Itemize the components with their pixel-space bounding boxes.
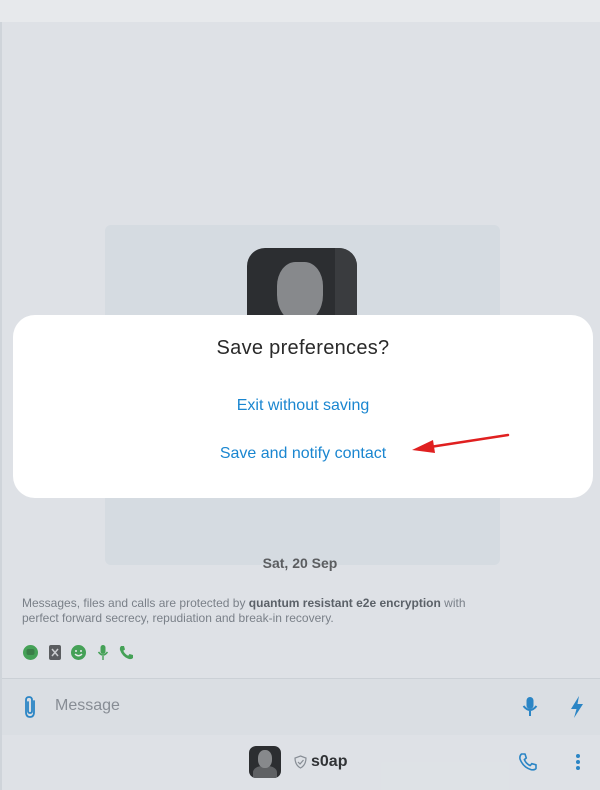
exit-without-saving-button[interactable]: Exit without saving [13,397,593,415]
annotation-arrow [412,433,510,453]
save-preferences-dialog: Save preferences? Exit without saving Sa… [13,315,593,498]
dialog-title: Save preferences? [216,337,390,359]
